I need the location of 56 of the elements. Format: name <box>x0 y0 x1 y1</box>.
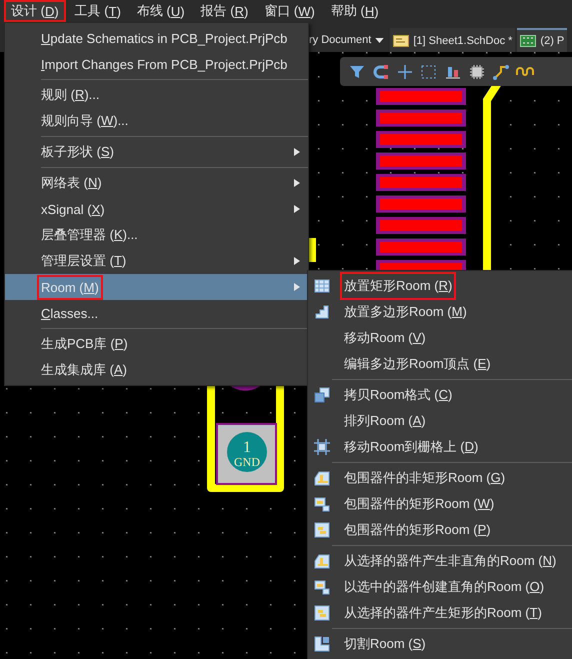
menu-item[interactable]: 层叠管理器 (K)... <box>5 222 308 248</box>
menu-item[interactable]: Update Schematics in PCB_Project.PrjPcb <box>5 25 308 51</box>
document-tab[interactable]: (2) P <box>517 28 568 52</box>
menu-bar-item[interactable]: 报告 (R) <box>194 0 256 22</box>
component-outline-icon <box>314 553 330 569</box>
menu-item[interactable]: 切割Room (S) <box>308 631 572 657</box>
menu-item[interactable]: 规则 (R)... <box>5 82 308 108</box>
menu-item[interactable]: 管理层设置 (T) <box>5 248 308 274</box>
copy-icon <box>314 387 330 403</box>
menu-bar-item[interactable]: 帮助 (H) <box>324 0 386 22</box>
frame-icon <box>314 439 330 455</box>
document-dropdown[interactable]: ry Document <box>309 28 372 52</box>
component-box-icon <box>314 605 330 621</box>
grid-icon <box>314 278 330 294</box>
menu-item[interactable]: 从选择的器件产生矩形的Room (T) <box>308 600 572 626</box>
component-outline-icon <box>314 470 330 486</box>
crosshair-icon[interactable] <box>396 62 414 80</box>
menu-item[interactable]: 移动Room (V) <box>308 325 572 351</box>
menu-bar-item[interactable]: 工具 (T) <box>68 0 128 22</box>
caret-icon[interactable] <box>375 38 384 43</box>
menu-item[interactable]: 以选中的器件创建直角的Room (O) <box>308 574 572 600</box>
menu-item[interactable]: 排列Room (A) <box>308 408 572 434</box>
menu-item[interactable]: 生成集成库 (A) <box>5 357 308 383</box>
menu-item[interactable]: 放置矩形Room (R) <box>308 273 572 299</box>
menu-item[interactable]: 从选择的器件产生非直角的Room (N) <box>308 548 572 574</box>
menu-item[interactable]: 拷贝Room格式 (C) <box>308 382 572 408</box>
menu-item[interactable]: 放置多边形Room (M) <box>308 299 572 325</box>
menu-item[interactable]: 网络表 (N) <box>5 170 308 196</box>
steps-icon <box>314 304 330 320</box>
split-icon <box>314 636 330 652</box>
chip-icon <box>520 35 536 47</box>
menu-item[interactable]: xSignal (X) <box>5 196 308 222</box>
chip-icon[interactable] <box>468 62 486 80</box>
menu-item[interactable]: 包围器件的矩形Room (W) <box>308 491 572 517</box>
menu-item[interactable]: 编辑多边形Room顶点 (E) <box>308 351 572 377</box>
menu-item[interactable]: 规则向导 (W)... <box>5 108 308 134</box>
menu-item[interactable]: 移动Room到栅格上 (D) <box>308 434 572 460</box>
menu-item[interactable]: 包围器件的矩形Room (P) <box>308 517 572 543</box>
menu-item[interactable]: 包围器件的非矩形Room (G) <box>308 465 572 491</box>
magnet-icon[interactable] <box>372 62 390 80</box>
menu-item[interactable]: Import Changes From PCB_Project.PrjPcb <box>5 51 308 77</box>
component-box-icon <box>314 522 330 538</box>
selection-icon[interactable] <box>420 62 438 80</box>
document-tab[interactable]: [1] Sheet1.SchDoc * <box>390 28 516 52</box>
menu-item[interactable]: 板子形状 (S) <box>5 139 308 165</box>
menu-bar-item[interactable]: 布线 (U) <box>130 0 192 22</box>
component-box-icon <box>314 496 330 512</box>
menu-bar-item[interactable]: 窗口 (W) <box>257 0 322 22</box>
menu-item[interactable]: Classes... <box>5 300 308 326</box>
pad-number: 1 <box>243 439 251 456</box>
menu-item[interactable]: 生成PCB库 (P) <box>5 331 308 357</box>
schematic-icon <box>393 35 410 47</box>
component-box-icon <box>314 579 330 595</box>
route-icon[interactable] <box>492 62 510 80</box>
menu-bar-item[interactable]: 设计 (D) <box>4 0 66 22</box>
pad-net-label: GND <box>234 455 260 469</box>
